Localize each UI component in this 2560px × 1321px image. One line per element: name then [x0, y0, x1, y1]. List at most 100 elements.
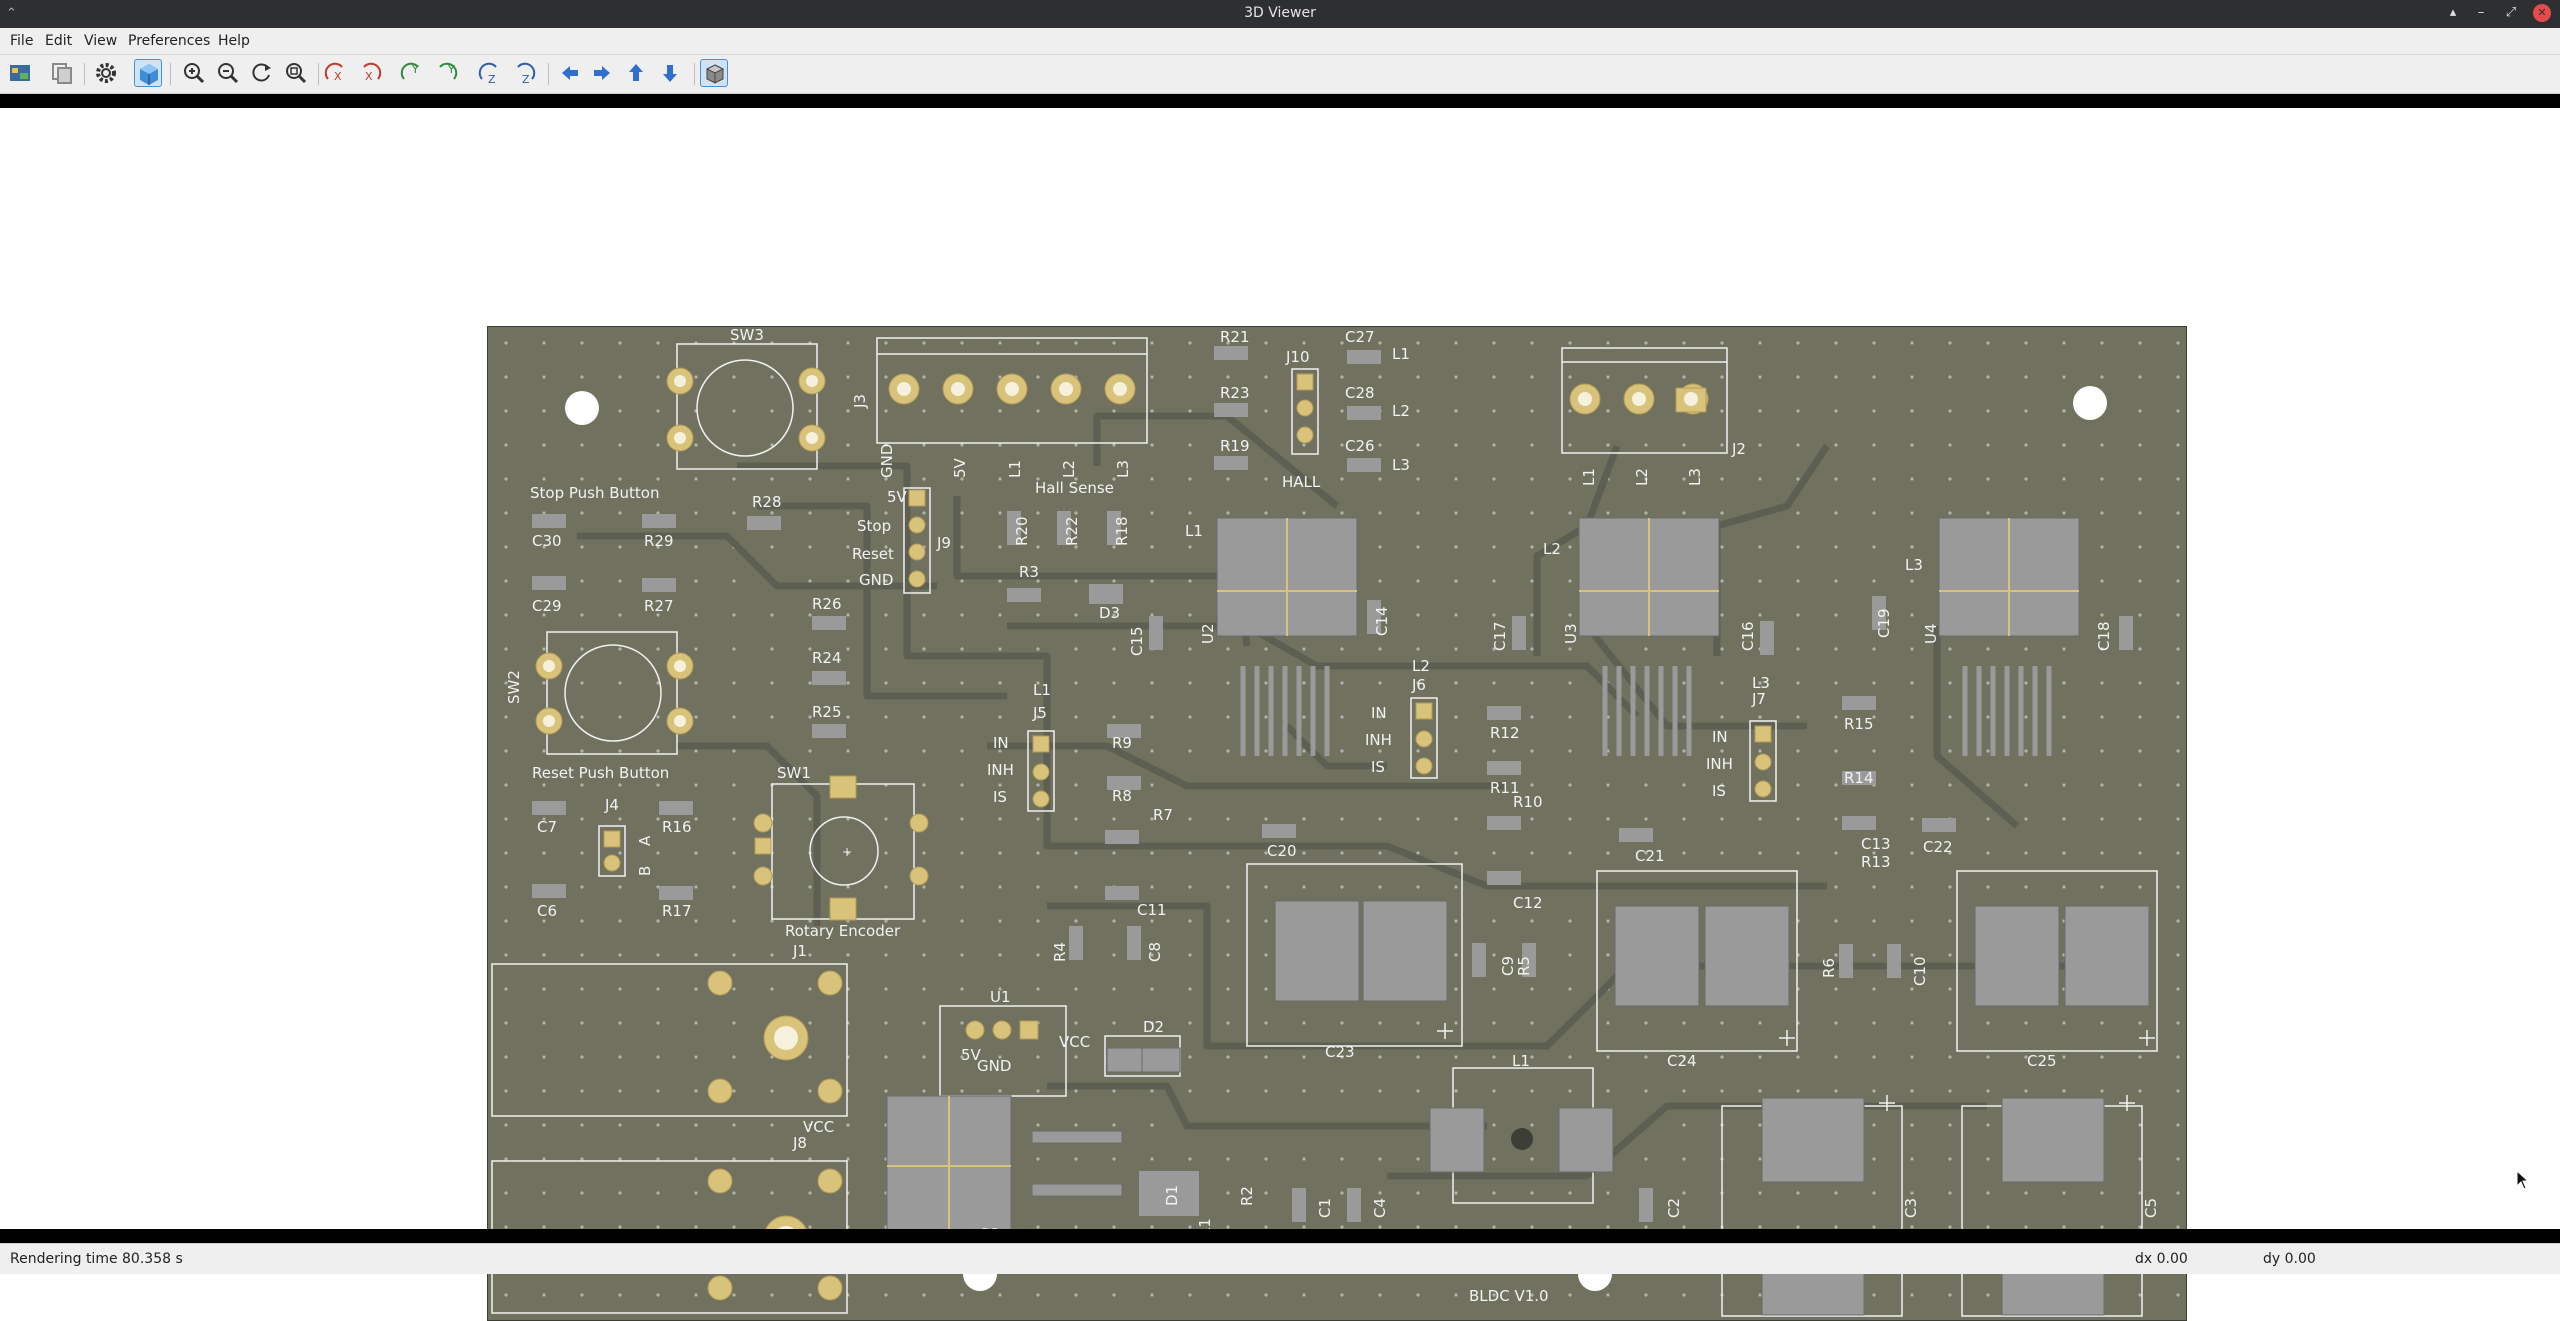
label-stop-push-button: Stop Push Button — [530, 484, 660, 502]
label-5v: 5V — [887, 488, 908, 506]
window-title: 3D Viewer — [1244, 5, 1316, 21]
zoom-in-icon — [184, 63, 205, 84]
ref-c1: C1 — [1316, 1198, 1334, 1218]
preferences-button[interactable] — [92, 59, 120, 87]
ref-j9: J9 — [936, 534, 951, 552]
pan-up-button[interactable] — [622, 59, 650, 87]
ref-c24: C24 — [1667, 1052, 1697, 1070]
label-inh-j7: INH — [1706, 755, 1733, 773]
ref-c22: C22 — [1923, 838, 1953, 856]
label-is-j6: IS — [1371, 758, 1385, 776]
ref-c3: C3 — [1902, 1198, 1920, 1218]
label-in-j5: IN — [993, 734, 1009, 752]
minimize-icon[interactable]: – — [2472, 4, 2490, 22]
label-is-j7: IS — [1712, 782, 1726, 800]
rotate-x-cw-icon: X — [324, 62, 343, 83]
ref-sw1: SW1 — [777, 764, 811, 782]
ref-l2b: L2 — [1543, 540, 1561, 558]
zoom-in-button[interactable] — [180, 59, 208, 87]
ref-r19: R19 — [1220, 437, 1250, 455]
maximize-icon[interactable]: ⤢ — [2502, 4, 2520, 22]
ref-r5: R5 — [1515, 956, 1533, 976]
label-in-j7: IN — [1712, 728, 1728, 746]
ref-c2: C2 — [1665, 1198, 1683, 1218]
label-rotary-encoder: Rotary Encoder — [785, 922, 901, 940]
ref-l3a: L3 — [1392, 456, 1410, 474]
rotate-z-cw-icon: Z — [478, 62, 497, 86]
ref-sw2: SW2 — [505, 670, 523, 704]
keep-above-icon[interactable]: ▴ — [2444, 4, 2462, 22]
rotate-z-cw-button[interactable]: Z — [476, 59, 504, 87]
menu-file[interactable]: File — [10, 33, 33, 49]
canvas-top-border — [0, 94, 2560, 108]
ref-r26: R26 — [812, 595, 842, 613]
label-vcc-j8: VCC — [803, 1118, 834, 1136]
ref-l2c: L2 — [1412, 657, 1430, 675]
ref-r7: R7 — [1153, 806, 1173, 824]
rotate-y-cw-button[interactable]: Y — [398, 59, 426, 87]
label-l3-j3: L3 — [1114, 460, 1132, 478]
render-options-button[interactable] — [6, 59, 34, 87]
label-l2-j2: L2 — [1633, 468, 1651, 486]
ref-c28: C28 — [1345, 384, 1375, 402]
ref-r4: R4 — [1051, 942, 1069, 962]
ref-c19: C19 — [1875, 608, 1893, 638]
orthographic-toggle[interactable] — [700, 59, 728, 87]
rotate-y-cw-icon: Y — [400, 62, 419, 80]
ref-c23: C23 — [1325, 1043, 1355, 1061]
status-bar: Rendering time 80.358 s dx 0.00 dy 0.00 — [0, 1243, 2560, 1274]
ref-j2: J2 — [1731, 440, 1746, 458]
render-time-status: Rendering time 80.358 s — [10, 1251, 183, 1267]
ref-d3: D3 — [1099, 604, 1120, 622]
ref-r13: R13 — [1861, 853, 1891, 871]
menu-view[interactable]: View — [84, 33, 117, 49]
render-options-icon — [10, 65, 30, 81]
ref-r16: R16 — [662, 818, 692, 836]
arrow-right-icon — [594, 66, 610, 80]
rotate-x-cw-button[interactable]: X — [322, 59, 350, 87]
rotate-x-ccw-button[interactable]: X — [356, 59, 384, 87]
ref-r24: R24 — [812, 649, 842, 667]
menu-preferences[interactable]: Preferences — [128, 33, 210, 49]
ref-l3b: L3 — [1905, 556, 1923, 574]
ref-r2: R2 — [1238, 1186, 1256, 1206]
rotate-z-ccw-button[interactable]: Z — [510, 59, 538, 87]
ref-l1a: L1 — [1392, 345, 1410, 363]
ref-c15: C15 — [1128, 626, 1146, 656]
menu-edit[interactable]: Edit — [45, 33, 72, 49]
redraw-icon — [252, 63, 271, 82]
label-a: A — [636, 835, 654, 846]
copy-image-button[interactable] — [48, 59, 76, 87]
pan-left-button[interactable] — [556, 59, 584, 87]
menu-help[interactable]: Help — [218, 33, 250, 49]
ref-j7: J7 — [1751, 690, 1766, 708]
pan-right-button[interactable] — [588, 59, 616, 87]
rotate-z-ccw-icon: Z — [517, 62, 536, 86]
ref-c29: C29 — [532, 597, 562, 615]
rotate-y-ccw-button[interactable]: Y — [432, 59, 460, 87]
ref-c14: C14 — [1373, 606, 1391, 636]
ref-r27: R27 — [644, 597, 674, 615]
close-icon[interactable]: ✕ — [2533, 4, 2551, 22]
raytracing-toggle[interactable] — [134, 59, 162, 87]
ref-c11: C11 — [1137, 901, 1167, 919]
3d-viewport[interactable]: SW3 J3 R21 J10 C27 L1 R23 C28 L2 R19 C26… — [0, 108, 2560, 1321]
redraw-button[interactable] — [248, 59, 276, 87]
ref-c10: C10 — [1911, 956, 1929, 986]
ref-l2a: L2 — [1392, 402, 1410, 420]
title-bar: ⌃ 3D Viewer ▴ – ⤢ ✕ — [0, 0, 2560, 28]
ref-u2: U2 — [1199, 623, 1217, 644]
label-hall-sense: Hall Sense — [1035, 479, 1114, 497]
ref-r29: R29 — [644, 532, 674, 550]
zoom-fit-button[interactable] — [282, 59, 310, 87]
ref-j4: J4 — [604, 796, 619, 814]
ref-r3: R3 — [1019, 563, 1039, 581]
ref-c18: C18 — [2095, 621, 2113, 651]
label-reset-push-button: Reset Push Button — [532, 764, 669, 782]
pan-down-button[interactable] — [656, 59, 684, 87]
label-b: B — [636, 866, 654, 876]
zoom-out-button[interactable] — [214, 59, 242, 87]
ref-l1b: L1 — [1185, 522, 1203, 540]
ref-j6: J6 — [1411, 676, 1426, 694]
raytracing-cube-icon — [140, 64, 158, 85]
